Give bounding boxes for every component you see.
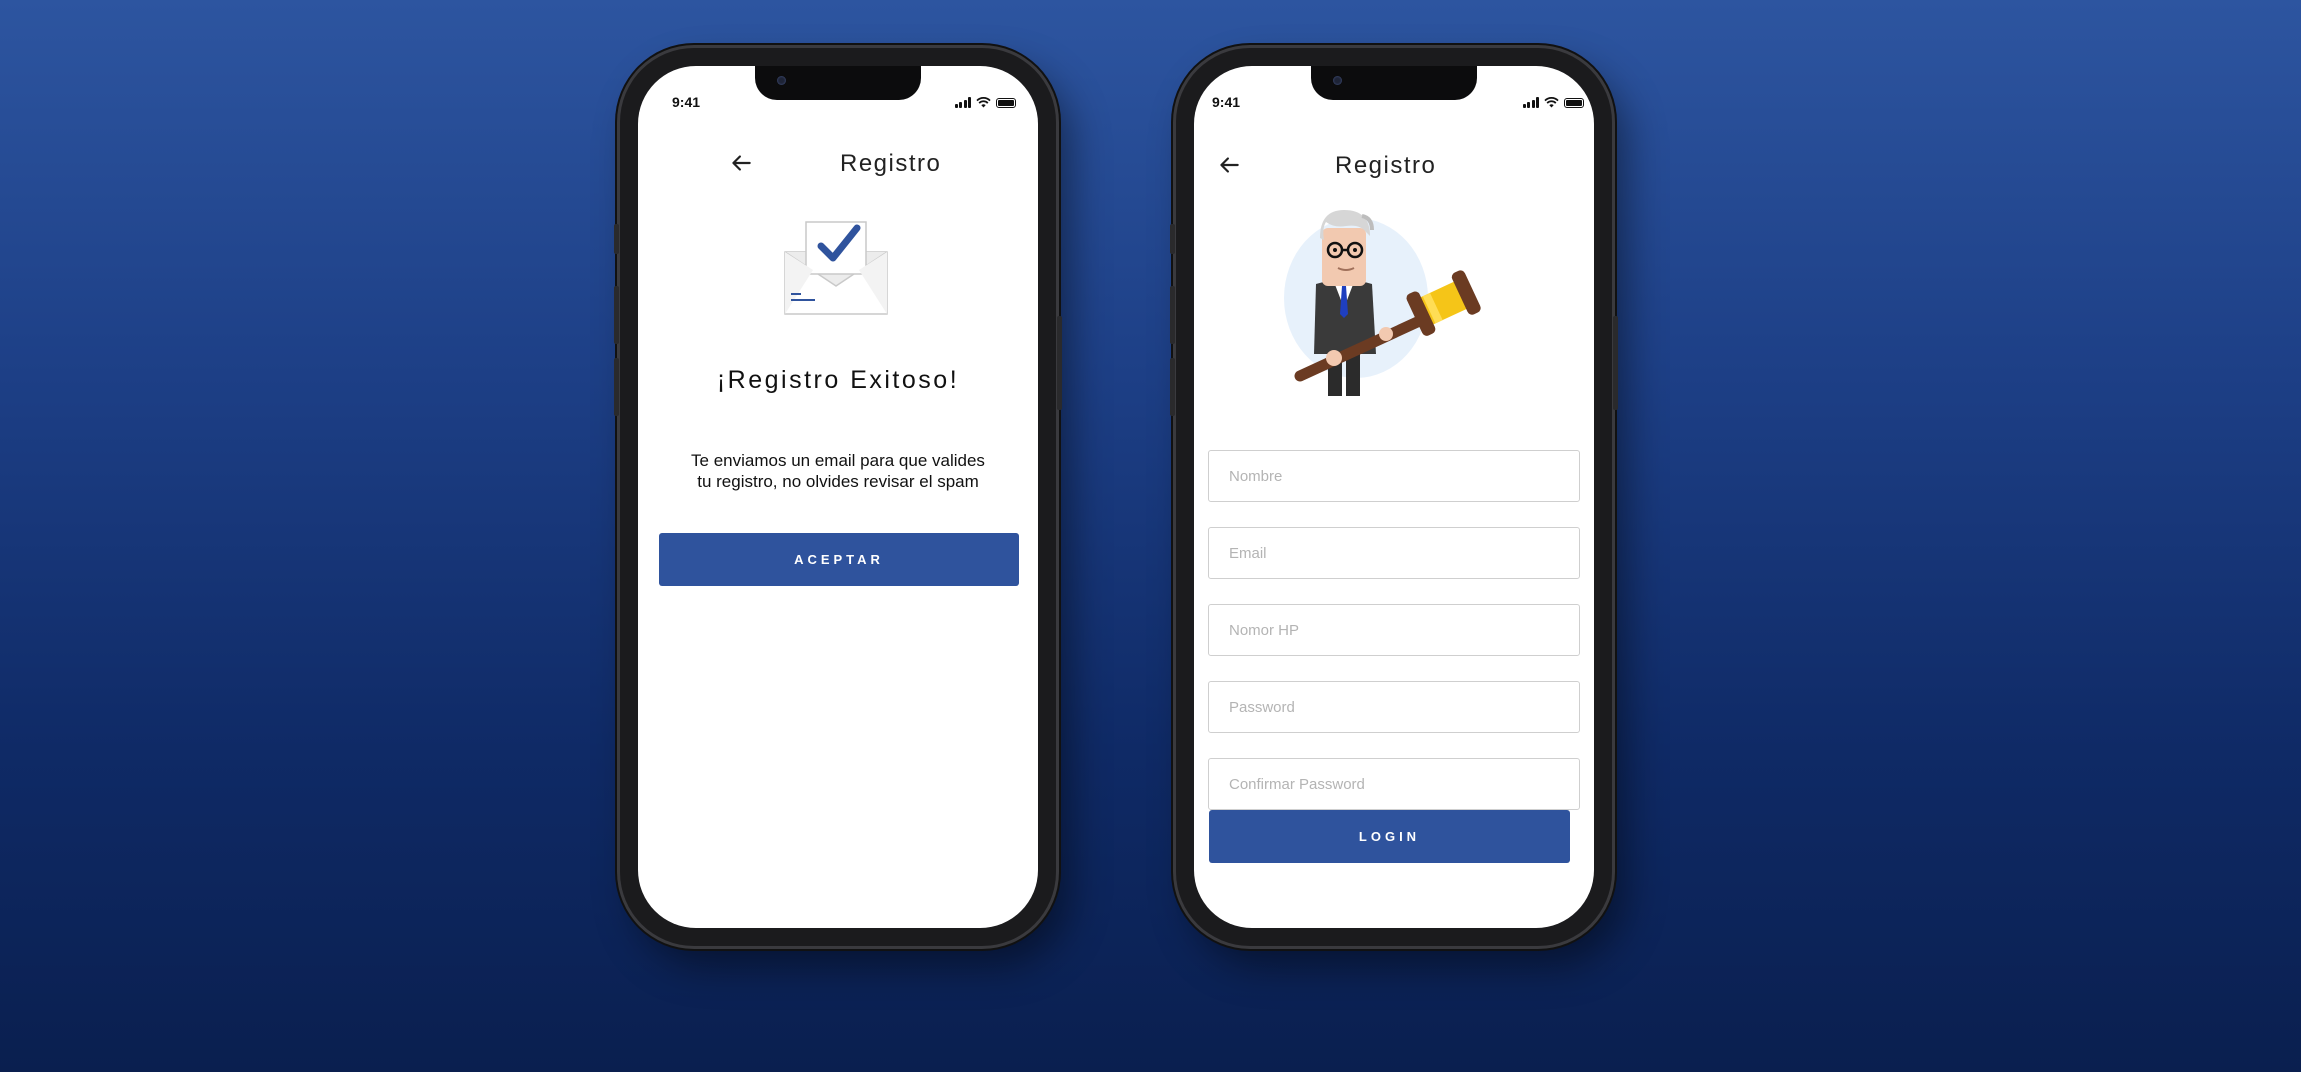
accept-button[interactable]: ACEPTAR — [659, 533, 1019, 586]
battery-icon — [1564, 97, 1584, 108]
password-field[interactable] — [1208, 681, 1580, 733]
judge-with-gavel-illustration — [1284, 210, 1481, 396]
phone-register: 9:41 Registro Nombre Email Nomor HP LOGI… — [1170, 48, 1618, 946]
battery-icon — [996, 97, 1016, 108]
phone-field[interactable] — [1208, 604, 1580, 656]
signal-icon — [954, 97, 971, 108]
back-arrow-icon[interactable] — [1216, 152, 1242, 178]
side-button — [1613, 316, 1618, 410]
status-time: 9:41 — [1212, 94, 1241, 110]
page-title: Registro — [1335, 152, 1437, 179]
status-icons — [954, 97, 1016, 108]
header: Registro — [638, 144, 1038, 184]
screen-success: 9:41 Registro ¡Registro Exitoso! Te envi… — [638, 66, 1038, 928]
camera — [777, 76, 786, 85]
status-time: 9:41 — [672, 94, 701, 110]
email-field[interactable] — [1208, 527, 1580, 579]
side-button — [614, 358, 619, 416]
signal-icon — [1522, 97, 1539, 108]
side-button — [1170, 224, 1175, 254]
success-message: Te enviamos un email para que valides tu… — [668, 450, 1008, 492]
phone-success: 9:41 Registro ¡Registro Exitoso! Te envi… — [614, 48, 1062, 946]
camera — [1333, 76, 1342, 85]
wifi-icon — [1544, 97, 1559, 108]
wifi-icon — [976, 97, 991, 108]
confirm-password-field[interactable] — [1208, 758, 1580, 810]
back-arrow-icon[interactable] — [728, 150, 754, 176]
status-bar: 9:41 — [1194, 94, 1594, 114]
side-button — [1057, 316, 1062, 410]
side-button — [614, 286, 619, 344]
name-field[interactable] — [1208, 450, 1580, 502]
screen-register: 9:41 Registro Nombre Email Nomor HP LOGI… — [1194, 66, 1594, 928]
header: Registro — [1194, 146, 1594, 186]
mail-check-icon — [784, 221, 888, 315]
side-button — [614, 224, 619, 254]
success-heading: ¡Registro Exitoso! — [716, 366, 960, 394]
status-icons — [1522, 97, 1584, 108]
side-button — [1170, 286, 1175, 344]
side-button — [1170, 358, 1175, 416]
status-bar: 9:41 — [638, 94, 1038, 114]
message-line: tu registro, no olvides revisar el spam — [697, 472, 979, 491]
page-title: Registro — [840, 150, 942, 177]
login-button[interactable]: LOGIN — [1209, 810, 1570, 863]
message-line: Te enviamos un email para que valides — [691, 451, 985, 470]
